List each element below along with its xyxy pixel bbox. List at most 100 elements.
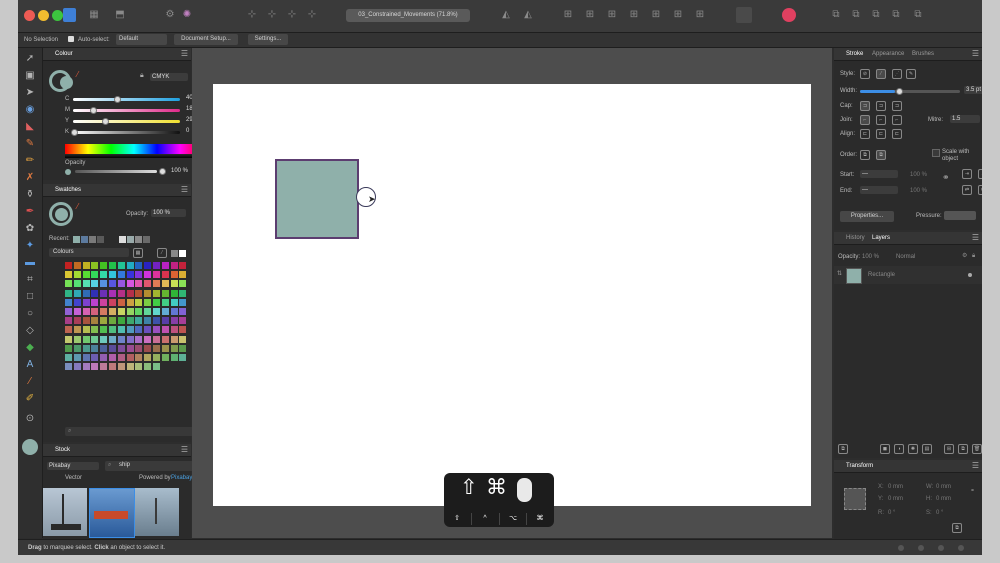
- palette-swatch[interactable]: [161, 344, 169, 352]
- tab-brushes[interactable]: Brushes: [912, 50, 934, 58]
- brush-stroke-icon[interactable]: ✎: [906, 69, 916, 79]
- s-value[interactable]: 0 °: [936, 510, 943, 517]
- palette-swatch[interactable]: [65, 262, 72, 269]
- palette-swatch[interactable]: [153, 289, 160, 297]
- palette-swatch[interactable]: [117, 280, 125, 288]
- tab-history[interactable]: History: [846, 234, 865, 242]
- palette-swatch[interactable]: [109, 344, 116, 352]
- palette-swatch[interactable]: [117, 344, 125, 352]
- r-value[interactable]: 0 °: [888, 510, 895, 517]
- document-setup-button[interactable]: Document Setup...: [174, 34, 238, 45]
- snap-option-icon[interactable]: ⊹: [266, 9, 278, 21]
- palette-swatch[interactable]: [91, 271, 99, 279]
- y-value[interactable]: 0 mm: [888, 496, 903, 503]
- palette-swatch[interactable]: [91, 289, 99, 297]
- palette-swatch[interactable]: [179, 298, 187, 306]
- channel-m-knob[interactable]: [90, 107, 97, 114]
- palette-swatch[interactable]: [179, 317, 187, 325]
- rectangle-shape[interactable]: [275, 159, 359, 239]
- palette-swatch[interactable]: [126, 271, 134, 279]
- mitre-value[interactable]: 1.5: [950, 115, 980, 123]
- palette-swatch[interactable]: [153, 280, 160, 288]
- palette-swatch[interactable]: [144, 289, 152, 297]
- palette-swatch[interactable]: [91, 363, 99, 371]
- panel-menu-icon[interactable]: ☰: [972, 461, 979, 470]
- recent-swatch[interactable]: [97, 236, 104, 243]
- shape-tool-icon[interactable]: ◇: [22, 324, 38, 338]
- palette-swatch[interactable]: [65, 335, 72, 343]
- recent-swatch[interactable]: [127, 236, 134, 243]
- palette-swatch[interactable]: [153, 271, 160, 279]
- palette-swatch[interactable]: [117, 262, 125, 269]
- w-value[interactable]: 0 mm: [936, 484, 951, 491]
- palette-swatch[interactable]: [153, 363, 160, 371]
- boolean-subtract-icon[interactable]: ◭: [522, 9, 534, 21]
- text-tool-icon[interactable]: A: [22, 358, 38, 372]
- stock-image-ship-2[interactable]: [89, 488, 135, 538]
- recent-swatch[interactable]: [135, 236, 142, 243]
- palette-swatch[interactable]: [170, 280, 178, 288]
- miter-join-icon[interactable]: ⌐: [860, 115, 870, 125]
- palette-swatch[interactable]: [135, 308, 143, 315]
- arrowhead-position-icon[interactable]: →: [978, 169, 982, 179]
- palette-swatch[interactable]: [135, 354, 143, 361]
- arrange-3-icon[interactable]: ⧉: [870, 9, 882, 21]
- pen-tool-icon[interactable]: ✎: [22, 137, 38, 151]
- canvas-area[interactable]: ➤ ⇧ ⌘ ⇧ ^ ⌥ ⌘: [192, 48, 832, 538]
- opacity-slider[interactable]: [75, 170, 157, 173]
- minimize-window-button[interactable]: [38, 10, 49, 21]
- palette-swatch[interactable]: [117, 363, 125, 371]
- palette-swatch[interactable]: [65, 308, 72, 315]
- x-value[interactable]: 0 mm: [888, 484, 903, 491]
- palette-swatch[interactable]: [73, 317, 81, 325]
- properties-button[interactable]: Properties...: [840, 211, 894, 222]
- palette-swatch[interactable]: [73, 344, 81, 352]
- palette-swatch[interactable]: [170, 354, 178, 361]
- align-outside-icon[interactable]: ⊏: [892, 129, 902, 139]
- none-swatch-icon[interactable]: ⁄: [157, 248, 167, 258]
- blend-mode-dropdown[interactable]: Normal: [896, 254, 915, 261]
- anchor-selector[interactable]: [844, 488, 866, 510]
- palette-swatch[interactable]: [170, 344, 178, 352]
- adjustment-icon[interactable]: ◑: [894, 444, 904, 454]
- palette-swatch[interactable]: [135, 317, 143, 325]
- tab-layers[interactable]: Layers: [872, 234, 890, 242]
- palette-swatch[interactable]: [126, 363, 134, 371]
- palette-swatch[interactable]: [82, 326, 90, 334]
- palette-swatch[interactable]: [161, 262, 169, 269]
- palette-swatch[interactable]: [100, 363, 108, 371]
- panel-menu-icon[interactable]: ☰: [181, 49, 188, 58]
- pencil-tool-icon[interactable]: ✏: [22, 154, 38, 168]
- distribute-icon[interactable]: ⊞: [694, 9, 706, 21]
- palette-swatch[interactable]: [170, 289, 178, 297]
- artboard-tool-icon[interactable]: ▣: [22, 69, 38, 83]
- palette-swatch[interactable]: [153, 354, 160, 361]
- palette-swatch[interactable]: [109, 262, 116, 269]
- align-inside-icon[interactable]: ⊏: [860, 129, 870, 139]
- settings-icon[interactable]: ✺: [181, 9, 193, 21]
- palette-swatch[interactable]: [100, 308, 108, 315]
- auto-select-dropdown[interactable]: Default: [116, 34, 167, 45]
- align-left-icon[interactable]: ⊞: [562, 9, 574, 21]
- snapping-toggle-button[interactable]: [736, 7, 752, 23]
- palette-swatch[interactable]: [153, 308, 160, 315]
- palette-swatch[interactable]: [73, 363, 81, 371]
- palette-swatch[interactable]: [91, 344, 99, 352]
- palette-swatch[interactable]: [144, 280, 152, 288]
- bevel-join-icon[interactable]: ⌐: [892, 115, 902, 125]
- palette-swatch[interactable]: [100, 354, 108, 361]
- palette-swatch[interactable]: [73, 298, 81, 306]
- arrange-icon[interactable]: ⧉: [830, 9, 842, 21]
- palette-swatch[interactable]: [65, 326, 72, 334]
- palette-swatch[interactable]: [179, 271, 187, 279]
- crop-tool-icon[interactable]: ⌗: [22, 273, 38, 287]
- rectangle-tool-icon[interactable]: □: [22, 290, 38, 304]
- palette-swatch[interactable]: [100, 298, 108, 306]
- zoom-tool-icon[interactable]: ⊙: [22, 412, 38, 426]
- palette-swatch[interactable]: [144, 354, 152, 361]
- palette-swatch[interactable]: [153, 335, 160, 343]
- palette-swatch[interactable]: [82, 363, 90, 371]
- align-center-stroke-icon[interactable]: ⊏: [876, 129, 886, 139]
- palette-swatch[interactable]: [135, 335, 143, 343]
- palette-swatch[interactable]: [73, 280, 81, 288]
